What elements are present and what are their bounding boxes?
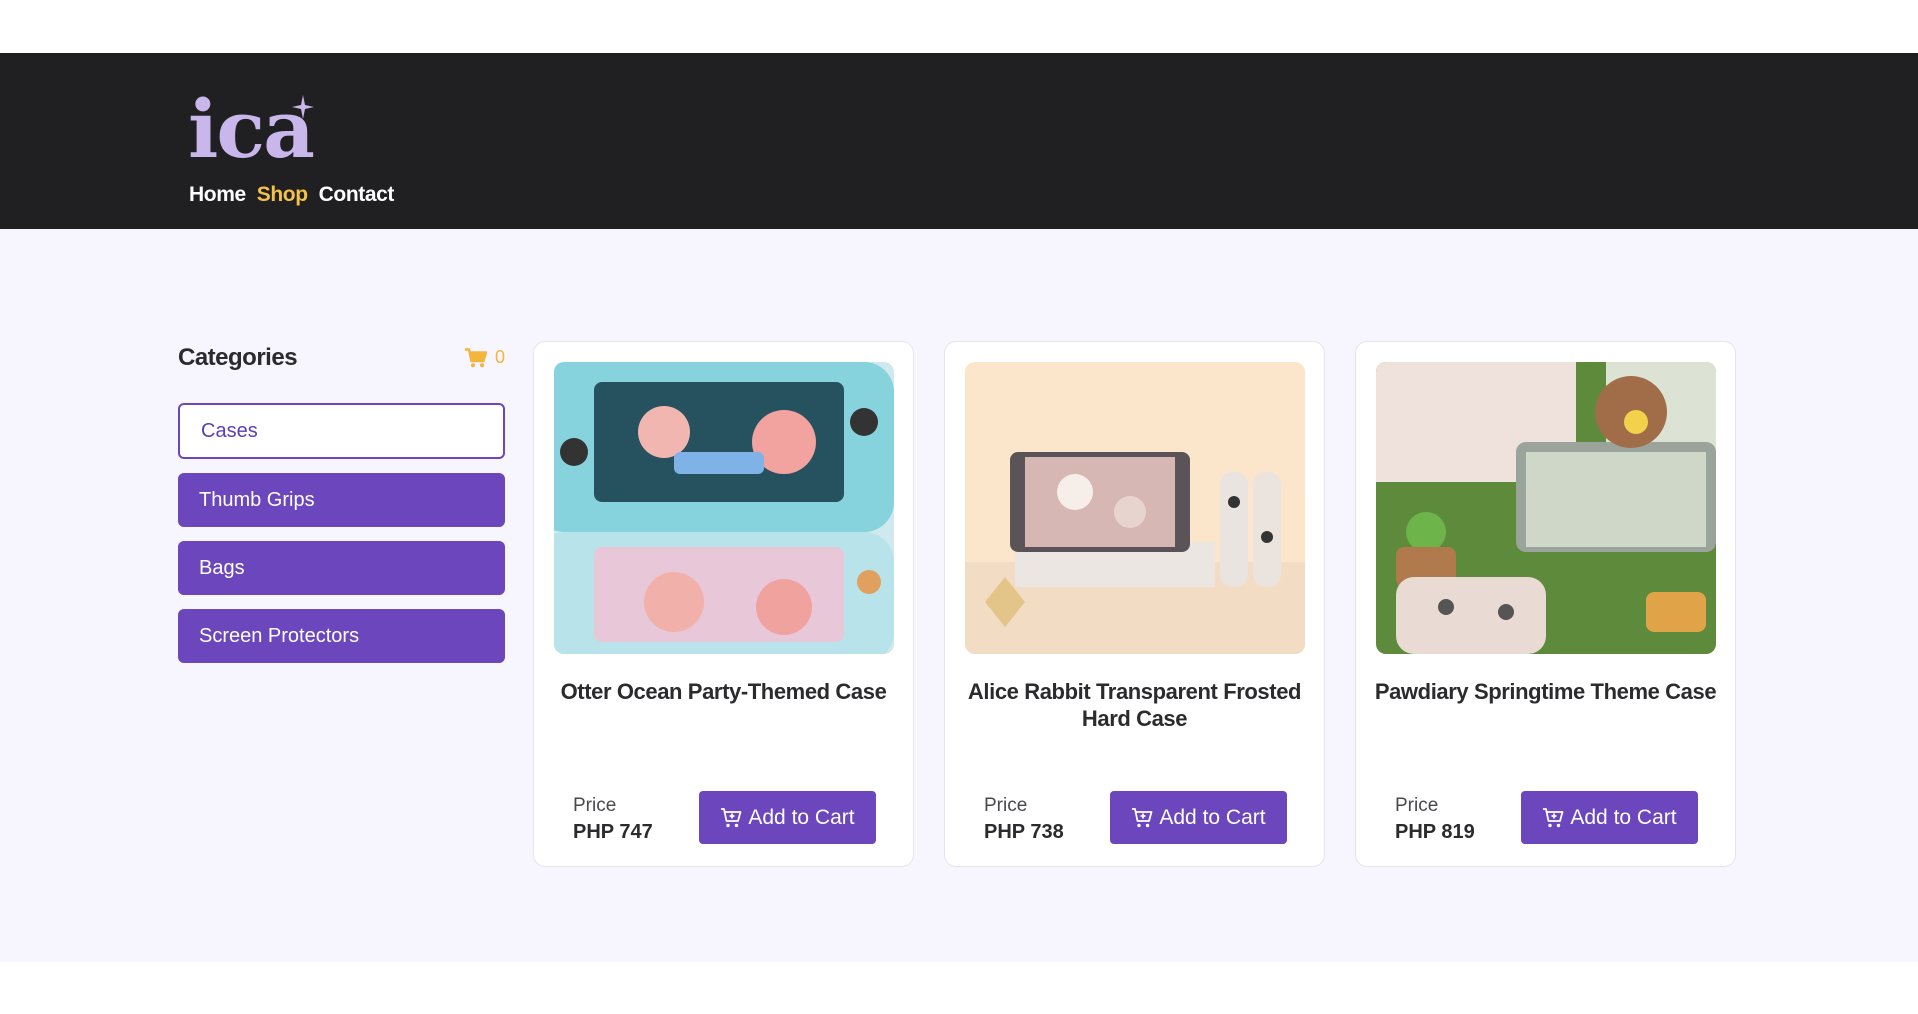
product-card: Otter Ocean Party-Themed Case Price PHP … (533, 341, 914, 867)
add-cart-icon (1543, 807, 1564, 827)
categories-header: Categories 0 (178, 344, 505, 376)
product-card: Alice Rabbit Transparent Frosted Hard Ca… (944, 341, 1325, 867)
product-card: Pawdiary Springtime Theme Case Price PHP… (1355, 341, 1736, 867)
shop-main: Categories 0 Cases Thumb Grips Bags Scre… (0, 229, 1918, 962)
price-box: Price PHP 747 (573, 795, 653, 845)
cart-count: 0 (494, 347, 505, 367)
add-to-cart-label: Add to Cart (1159, 805, 1266, 829)
price-box: Price PHP 819 (1395, 795, 1475, 845)
add-to-cart-button[interactable]: Add to Cart (1110, 791, 1287, 844)
product-image-otter (554, 362, 894, 654)
price-box: Price PHP 738 (984, 795, 1064, 845)
product-title: Pawdiary Springtime Theme Case (1374, 679, 1717, 704)
price-value: PHP 819 (1395, 821, 1475, 843)
nav-shop[interactable]: Shop (257, 183, 308, 207)
product-image[interactable] (554, 362, 894, 654)
product-title: Otter Ocean Party-Themed Case (560, 679, 887, 704)
brand-logo[interactable]: ica (188, 89, 328, 169)
category-cases[interactable]: Cases (178, 403, 505, 459)
site-header: ica Home Shop Contact (0, 53, 1918, 229)
add-cart-icon (721, 807, 742, 827)
price-label: Price (984, 795, 1028, 816)
product-title: Alice Rabbit Transparent Frosted Hard Ca… (967, 679, 1302, 731)
category-thumb-grips[interactable]: Thumb Grips (178, 473, 505, 527)
product-image-alice (965, 362, 1305, 654)
product-image[interactable] (965, 362, 1305, 654)
price-label: Price (1395, 795, 1439, 816)
add-to-cart-button[interactable]: Add to Cart (1521, 791, 1698, 844)
price-value: PHP 747 (573, 821, 653, 843)
category-sidebar: Categories 0 Cases Thumb Grips Bags Scre… (178, 344, 505, 663)
product-image-pawdiary (1376, 362, 1716, 654)
categories-title: Categories (178, 344, 298, 371)
nav-home[interactable]: Home (189, 183, 246, 207)
category-list: Cases Thumb Grips Bags Screen Protectors (178, 403, 505, 677)
main-nav: Home Shop Contact (189, 183, 394, 207)
category-bags[interactable]: Bags (178, 541, 505, 595)
category-screen-protectors[interactable]: Screen Protectors (178, 609, 505, 663)
add-cart-icon (1132, 807, 1153, 827)
price-value: PHP 738 (984, 821, 1064, 843)
nav-contact[interactable]: Contact (319, 183, 395, 207)
add-to-cart-label: Add to Cart (1570, 805, 1677, 829)
sparkle-icon (292, 95, 314, 119)
product-image[interactable] (1376, 362, 1716, 654)
cart-indicator[interactable]: 0 (464, 347, 505, 368)
cart-icon (464, 347, 487, 367)
add-to-cart-label: Add to Cart (748, 805, 855, 829)
add-to-cart-button[interactable]: Add to Cart (699, 791, 876, 844)
price-label: Price (573, 795, 617, 816)
